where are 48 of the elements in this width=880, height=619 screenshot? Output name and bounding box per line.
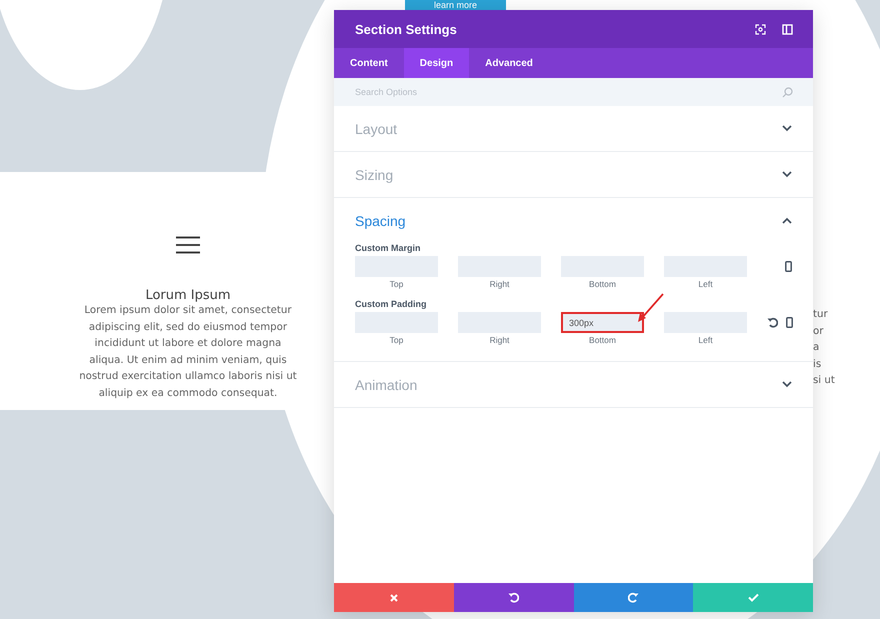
annotation-arrow [636,292,666,324]
cancel-button[interactable] [334,583,454,612]
section-title[interactable]: Spacing [355,212,782,228]
body-text: Lorem ipsum dolor sit amet, consectetur adipiscing elit, sed do eiusmod tempor incididunt ut labore et dolore magna aliqua. Ut enim ad minim veniam, quis nostrud exercitation ullamco laboris nisi ut aliquip ex ea commodo consequat. [79,304,297,400]
group-label: Custom Margin [355,243,422,253]
redo-button[interactable] [574,583,694,612]
field-label: Bottom [589,279,616,289]
field-label: Top [390,279,404,289]
field-label: Bottom [589,335,616,345]
text-fragment: or [813,324,824,338]
input-field[interactable]: 300px [561,312,644,333]
save-button[interactable] [693,583,813,612]
text-fragment: a [813,341,820,355]
undo-icon [508,592,520,603]
undo-icon[interactable] [767,317,778,328]
phone-icon[interactable] [785,261,792,272]
chevron-up-icon[interactable] [782,217,792,224]
group-label: Custom Padding [355,299,428,309]
check-icon [748,593,759,602]
section-title[interactable]: Sizing [355,166,782,182]
heading: Lorum Ipsum [145,288,231,303]
tab[interactable]: Content [334,48,404,78]
tab[interactable]: Design [404,48,470,78]
field-label: Left [698,335,713,345]
search-field[interactable]: Search Options [334,78,813,106]
redo-icon [628,592,639,603]
field-label: Left [698,279,713,289]
close-icon [390,594,398,602]
text-fragment: tur [813,308,829,322]
text-fragment: si ut [813,374,835,388]
focus-icon[interactable] [755,24,766,34]
sidebar-icon[interactable] [782,24,793,34]
search-icon[interactable] [782,87,793,98]
field-label: Right [490,335,510,345]
chevron-down-icon[interactable] [782,125,792,132]
menu-icon [176,236,200,254]
section-title[interactable]: Layout [355,120,782,136]
undo-button[interactable] [454,583,574,612]
learn-more-button[interactable]: learn more [405,0,506,10]
field-label: Top [390,335,404,345]
chevron-down-icon[interactable] [782,381,792,388]
section-title[interactable]: Animation [355,376,782,392]
text-fragment: is [813,358,822,372]
field-label: Right [490,279,510,289]
phone-icon[interactable] [786,317,793,328]
tab[interactable]: Advanced [469,48,549,78]
modal-title: Section Settings [355,22,458,36]
chevron-down-icon[interactable] [782,171,792,178]
